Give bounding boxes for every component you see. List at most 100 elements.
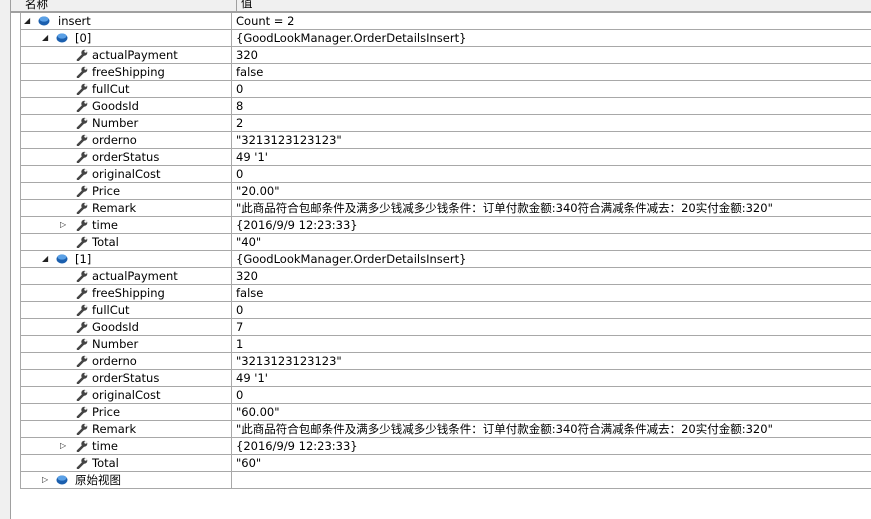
property-wrench-icon — [76, 236, 88, 251]
row-value[interactable]: 49 '1' — [231, 370, 871, 386]
row-value[interactable]: 0 — [231, 166, 871, 182]
tree-row[interactable]: ◢ insert Count = 2 — [20, 13, 871, 30]
tree-row[interactable]: actualPayment 320 — [20, 268, 871, 285]
row-name-cell: Total — [20, 455, 230, 471]
expanded-triangle-icon[interactable]: ◢ — [42, 33, 48, 42]
row-value[interactable]: "60.00" — [231, 404, 871, 420]
tree-row[interactable]: Number 2 — [20, 115, 871, 132]
row-value[interactable]: "60" — [231, 455, 871, 471]
row-value[interactable]: "40" — [231, 234, 871, 250]
tree-row[interactable]: ▷ time {2016/9/9 12:23:33} — [20, 438, 871, 455]
property-wrench-icon — [76, 117, 88, 132]
tree-row[interactable]: freeShipping false — [20, 285, 871, 302]
property-wrench-icon — [76, 304, 88, 319]
tree-row[interactable]: GoodsId 8 — [20, 98, 871, 115]
row-value[interactable]: {GoodLookManager.OrderDetailsInsert} — [231, 251, 871, 267]
row-name-cell: freeShipping — [20, 285, 230, 301]
row-name: Number — [92, 337, 139, 351]
tree-row[interactable]: Remark "此商品符合包邮条件及满多少钱减多少钱条件：订单付款金额:340符合… — [20, 421, 871, 438]
tree-row[interactable]: Number 1 — [20, 336, 871, 353]
row-name-cell: ▷ time — [20, 217, 230, 233]
row-name: Total — [92, 235, 119, 249]
tree-row[interactable]: orderStatus 49 '1' — [20, 149, 871, 166]
row-value[interactable]: 0 — [231, 81, 871, 97]
row-value[interactable]: {2016/9/9 12:23:33} — [231, 217, 871, 233]
row-value[interactable]: 49 '1' — [231, 149, 871, 165]
row-name: [1] — [75, 252, 92, 266]
row-value[interactable]: 2 — [231, 115, 871, 131]
name-column-header[interactable]: 名称 — [25, 0, 48, 12]
tree-row[interactable]: actualPayment 320 — [20, 47, 871, 64]
tree-row[interactable]: orderno "3213123123123" — [20, 353, 871, 370]
property-wrench-icon — [76, 202, 88, 217]
row-name: GoodsId — [92, 320, 139, 334]
row-name-cell: Total — [20, 234, 230, 250]
row-value[interactable]: 7 — [231, 319, 871, 335]
property-wrench-icon — [76, 372, 88, 387]
row-value[interactable]: Count = 2 — [231, 13, 871, 29]
collapsed-triangle-icon[interactable]: ▷ — [42, 475, 48, 484]
property-wrench-icon — [76, 151, 88, 166]
collapsed-triangle-icon[interactable]: ▷ — [60, 220, 66, 229]
collapsed-triangle-icon[interactable]: ▷ — [60, 441, 66, 450]
property-wrench-icon — [76, 423, 88, 438]
row-name: actualPayment — [92, 48, 178, 62]
tree-row[interactable]: Price "20.00" — [20, 183, 871, 200]
row-value[interactable]: false — [231, 64, 871, 80]
property-wrench-icon — [76, 440, 88, 455]
value-column-header[interactable]: 值 — [236, 0, 253, 11]
row-name-cell: Remark — [20, 200, 230, 216]
tree-row[interactable]: ▷ 原始视图 — [20, 472, 871, 489]
tree-row[interactable]: ◢ [1] {GoodLookManager.OrderDetailsInsert} — [20, 251, 871, 268]
tree-row[interactable]: fullCut 0 — [20, 81, 871, 98]
row-value[interactable]: "此商品符合包邮条件及满多少钱减多少钱条件：订单付款金额:340符合满减条件减去… — [231, 200, 871, 216]
row-name-cell: freeShipping — [20, 64, 230, 80]
object-icon — [56, 253, 68, 267]
tree-row[interactable]: originalCost 0 — [20, 166, 871, 183]
expanded-triangle-icon[interactable]: ◢ — [42, 254, 48, 263]
property-wrench-icon — [76, 355, 88, 370]
row-name-cell: orderStatus — [20, 370, 230, 386]
tree-row[interactable]: Remark "此商品符合包邮条件及满多少钱减多少钱条件：订单付款金额:340符合… — [20, 200, 871, 217]
tree-row[interactable]: originalCost 0 — [20, 387, 871, 404]
row-value[interactable]: false — [231, 285, 871, 301]
watch-grid: ◢ insert Count = 2 ◢ [0] {GoodLookManager.Ord… — [20, 13, 871, 489]
tree-row[interactable]: Price "60.00" — [20, 404, 871, 421]
row-value[interactable]: 0 — [231, 302, 871, 318]
tree-row[interactable]: ▷ time {2016/9/9 12:23:33} — [20, 217, 871, 234]
tree-row[interactable]: Total "60" — [20, 455, 871, 472]
row-value[interactable]: 0 — [231, 387, 871, 403]
row-value[interactable]: 320 — [231, 268, 871, 284]
expanded-triangle-icon[interactable]: ◢ — [24, 16, 30, 25]
row-name-cell: GoodsId — [20, 319, 230, 335]
row-value[interactable]: "20.00" — [231, 183, 871, 199]
row-name: insert — [58, 14, 91, 28]
row-value[interactable]: "此商品符合包邮条件及满多少钱减多少钱条件：订单付款金额:340符合满减条件减去… — [231, 421, 871, 437]
tree-row[interactable]: GoodsId 7 — [20, 319, 871, 336]
row-name-cell: ◢ [0] — [20, 30, 230, 46]
row-name-cell: ◢ [1] — [20, 251, 230, 267]
tree-row[interactable]: Total "40" — [20, 234, 871, 251]
row-name: actualPayment — [92, 269, 178, 283]
row-name-cell: actualPayment — [20, 268, 230, 284]
property-wrench-icon — [76, 134, 88, 149]
row-value[interactable]: "3213123123123" — [231, 132, 871, 148]
tree-row[interactable]: freeShipping false — [20, 64, 871, 81]
row-name: freeShipping — [92, 286, 165, 300]
row-value[interactable]: 320 — [231, 47, 871, 63]
row-name: 原始视图 — [75, 473, 121, 487]
row-value[interactable]: {GoodLookManager.OrderDetailsInsert} — [231, 30, 871, 46]
row-value[interactable]: 8 — [231, 98, 871, 114]
property-wrench-icon — [76, 100, 88, 115]
tree-row[interactable]: fullCut 0 — [20, 302, 871, 319]
row-value[interactable]: "3213123123123" — [231, 353, 871, 369]
tree-row[interactable]: ◢ [0] {GoodLookManager.OrderDetailsInsert} — [20, 30, 871, 47]
row-name: orderStatus — [92, 150, 160, 164]
row-value[interactable] — [231, 472, 871, 488]
row-value[interactable]: 1 — [231, 336, 871, 352]
row-value[interactable]: {2016/9/9 12:23:33} — [231, 438, 871, 454]
row-name-cell: actualPayment — [20, 47, 230, 63]
tree-row[interactable]: orderStatus 49 '1' — [20, 370, 871, 387]
row-name-cell: GoodsId — [20, 98, 230, 114]
tree-row[interactable]: orderno "3213123123123" — [20, 132, 871, 149]
